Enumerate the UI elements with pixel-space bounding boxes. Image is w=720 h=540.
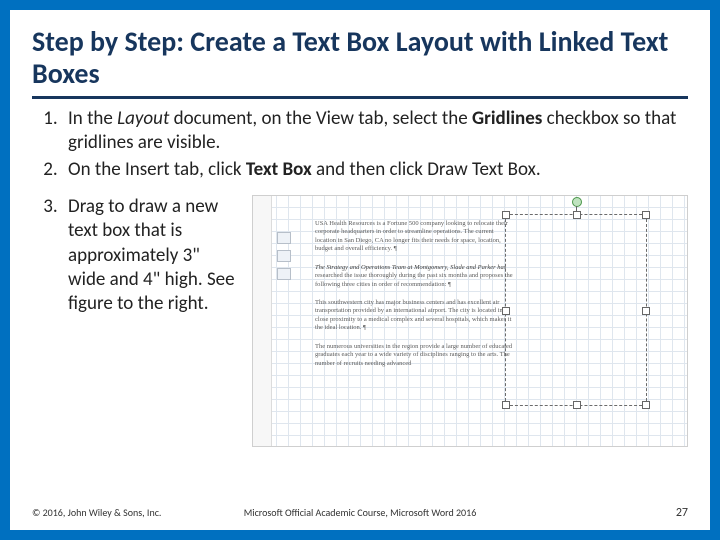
- step-1-gridlines-bold: Gridlines: [472, 107, 542, 130]
- rotate-handle-icon: [572, 197, 582, 207]
- step-1-text-b: document, on the View tab, select the: [169, 107, 472, 130]
- vertical-ruler: [253, 196, 272, 446]
- slide-title: Step by Step: Create a Text Box Layout w…: [32, 26, 688, 90]
- doc-para-3: This southwestern city has major busines…: [315, 299, 515, 333]
- step-3: Drag to draw a new text box that is appr…: [62, 195, 688, 447]
- step-2: On the Insert tab, click Text Box and th…: [62, 158, 688, 181]
- doc-para-2-head: The Strategy and Operations Team at Mont…: [315, 264, 506, 271]
- title-underline: [32, 96, 688, 99]
- step-2-textbox-bold: Text Box: [246, 158, 312, 181]
- step-1-text-a: In the: [68, 107, 117, 130]
- step-2-text-a: On the Insert tab, click: [68, 158, 246, 181]
- view-button-1: [277, 232, 291, 244]
- resize-handle-mr: [642, 307, 650, 315]
- step-2-text-b: and then click Draw Text Box.: [312, 158, 541, 181]
- slide-footer: © 2016, John Wiley & Sons, Inc. Microsof…: [32, 506, 688, 520]
- resize-handle-tl: [502, 211, 510, 219]
- resize-handle-tm: [573, 211, 581, 219]
- resize-handle-ml: [502, 307, 510, 315]
- document-body-text: USA Health Resources is a Fortune 500 co…: [315, 220, 515, 378]
- view-controls: [277, 232, 291, 286]
- step-1-layout-italic: Layout: [117, 107, 169, 130]
- step-3-text: Drag to draw a new text box that is appr…: [68, 195, 238, 317]
- resize-handle-bl: [502, 401, 510, 409]
- resize-handle-bm: [573, 401, 581, 409]
- doc-para-2: The Strategy and Operations Team at Mont…: [315, 264, 515, 289]
- footer-course: Microsoft Official Academic Course, Micr…: [32, 506, 688, 519]
- slide-frame: Step by Step: Create a Text Box Layout w…: [0, 0, 720, 540]
- resize-handle-tr: [642, 211, 650, 219]
- doc-para-1: USA Health Resources is a Fortune 500 co…: [315, 220, 515, 254]
- word-screenshot-figure: USA Health Resources is a Fortune 500 co…: [252, 195, 688, 447]
- steps-list: In the Layout document, on the View tab,…: [32, 107, 688, 447]
- step-1: In the Layout document, on the View tab,…: [62, 107, 688, 153]
- view-button-3: [277, 268, 291, 280]
- view-button-2: [277, 250, 291, 262]
- doc-para-4: The numerous universities in the region …: [315, 343, 515, 368]
- doc-para-2-rest: researched the issue thoroughly during t…: [315, 272, 513, 287]
- resize-handle-br: [642, 401, 650, 409]
- drawn-text-box: [505, 214, 647, 406]
